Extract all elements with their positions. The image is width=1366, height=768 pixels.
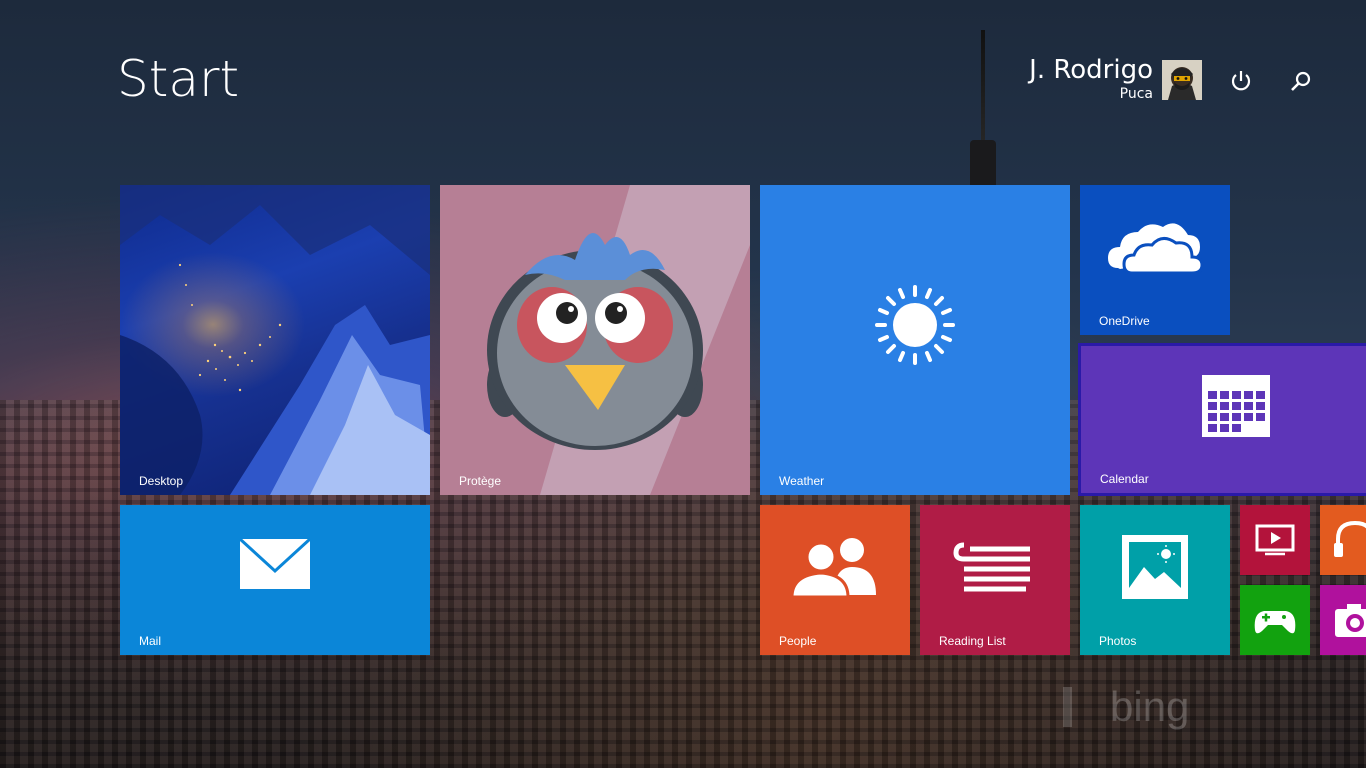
- owl-mascot-icon: [487, 185, 750, 495]
- tile-label: Reading List: [939, 634, 1006, 648]
- gamepad-icon: [1254, 611, 1296, 634]
- tile-label: Weather: [779, 474, 825, 488]
- tile-people[interactable]: People: [760, 505, 910, 655]
- tv-tower-base: [970, 140, 996, 185]
- tile-label: Calendar: [1100, 472, 1149, 486]
- tile-desktop[interactable]: Desktop: [120, 185, 430, 495]
- tile-music[interactable]: [1320, 505, 1366, 575]
- tile-label: Desktop: [139, 474, 184, 488]
- user-subtitle: Puca: [1119, 86, 1153, 102]
- cloud-icon: [1108, 223, 1204, 275]
- people-icon: [790, 538, 876, 599]
- user-name: J. Rodrigo: [1029, 55, 1153, 85]
- tile-photos[interactable]: Photos: [1080, 505, 1230, 655]
- power-button[interactable]: [1226, 66, 1256, 96]
- headphones-icon: [1334, 520, 1366, 557]
- sun-icon: [875, 285, 955, 365]
- search-icon: [1291, 71, 1311, 91]
- camera-icon: [1335, 604, 1366, 637]
- tile-label: OneDrive: [1099, 314, 1150, 328]
- reading-list-icon: [953, 542, 1030, 592]
- desktop-wallpaper-icon: [120, 185, 430, 495]
- tile-reading-list[interactable]: Reading List: [920, 505, 1070, 655]
- tile-video[interactable]: [1240, 505, 1310, 575]
- avatar-image-icon: [1162, 60, 1202, 100]
- calendar-icon: [1202, 375, 1270, 437]
- tile-calendar[interactable]: Calendar: [1078, 343, 1366, 496]
- tile-mail[interactable]: Mail: [120, 505, 430, 655]
- tile-camera[interactable]: [1320, 585, 1366, 655]
- user-account[interactable]: J. Rodrigo Puca: [1029, 56, 1153, 104]
- avatar[interactable]: [1162, 60, 1202, 100]
- page-title: Start: [117, 50, 240, 108]
- tile-protege[interactable]: Protège: [440, 185, 750, 495]
- tile-weather[interactable]: Weather: [760, 185, 1070, 495]
- bing-watermark-text: bing: [1110, 683, 1190, 730]
- video-icon: [1255, 524, 1295, 556]
- envelope-icon: [238, 537, 312, 589]
- bing-logo-icon: [1063, 687, 1100, 727]
- bing-watermark: bing: [1063, 683, 1189, 731]
- tile-label: Photos: [1099, 634, 1137, 648]
- tile-label: Protège: [459, 474, 502, 488]
- tile-label: People: [779, 634, 817, 648]
- photo-icon: [1122, 535, 1188, 599]
- search-button[interactable]: [1286, 66, 1316, 96]
- power-icon: [1231, 71, 1251, 91]
- tile-label: Mail: [139, 634, 162, 648]
- tile-onedrive[interactable]: OneDrive: [1080, 185, 1230, 335]
- tile-games[interactable]: [1240, 585, 1310, 655]
